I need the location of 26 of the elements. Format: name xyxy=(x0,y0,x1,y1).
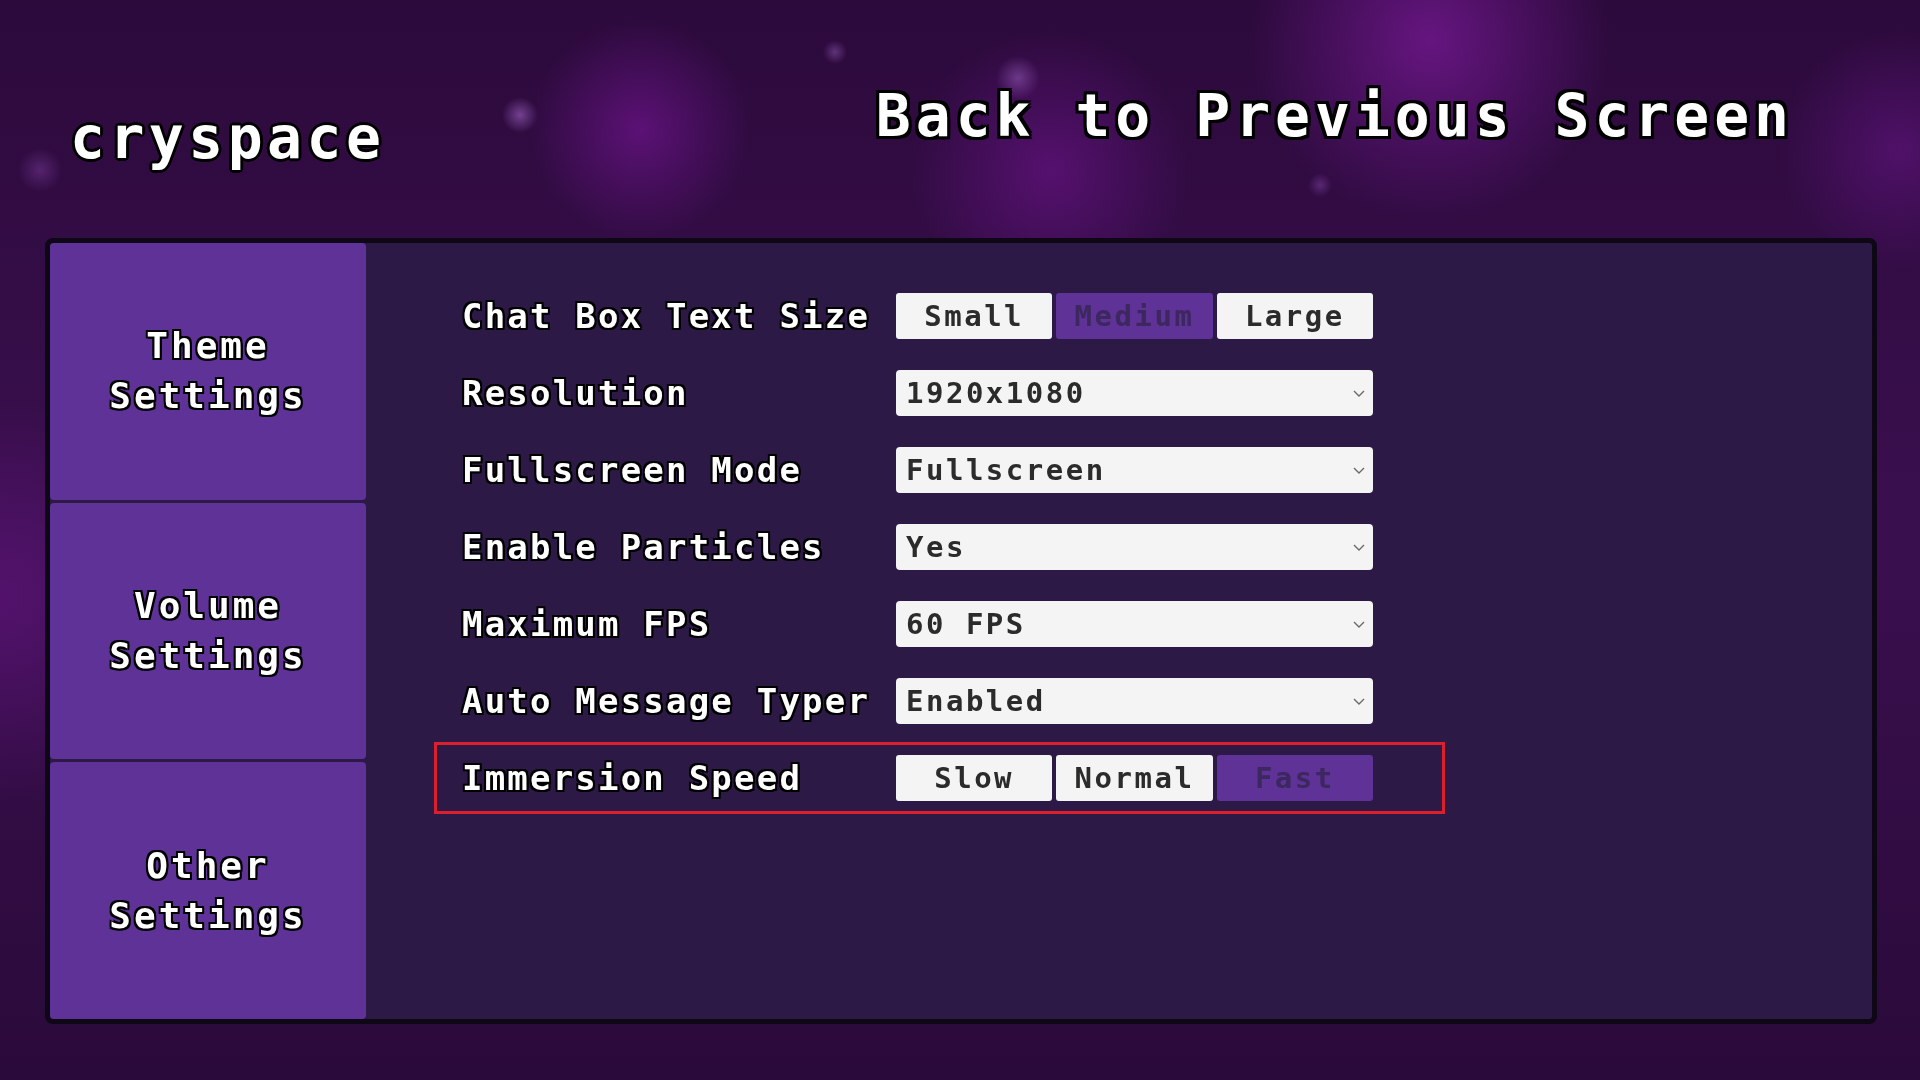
back-link[interactable]: Back to Previous Screen xyxy=(875,81,1794,151)
setting-label: Auto Message Typer xyxy=(462,680,872,723)
dropdown[interactable]: 1920x1080 xyxy=(896,370,1373,416)
setting-label: Fullscreen Mode xyxy=(462,449,804,492)
chevron-down-icon xyxy=(1353,543,1365,551)
option-button[interactable]: Slow xyxy=(896,755,1053,801)
setting-label: Enable Particles xyxy=(462,526,826,569)
setting-label: Chat Box Text Size xyxy=(462,295,872,338)
option-button[interactable]: Large xyxy=(1216,293,1373,339)
setting-label: Maximum FPS xyxy=(462,603,713,646)
option-button[interactable]: Small xyxy=(896,293,1053,339)
dropdown[interactable]: Fullscreen xyxy=(896,447,1373,493)
chevron-down-icon xyxy=(1353,697,1365,705)
sidebar-tab[interactable]: Volume Settings xyxy=(50,502,366,760)
app-title: cryspace xyxy=(70,103,386,173)
setting-label: Immersion Speed xyxy=(462,757,804,800)
chevron-down-icon xyxy=(1353,620,1365,628)
chevron-down-icon xyxy=(1353,389,1365,397)
dropdown[interactable]: 60 FPS xyxy=(896,601,1373,647)
dropdown[interactable]: Yes xyxy=(896,524,1373,570)
sidebar-tab[interactable]: Theme Settings xyxy=(50,243,366,500)
sidebar-tab[interactable]: Other Settings xyxy=(50,762,366,1019)
chevron-down-icon xyxy=(1353,466,1365,474)
option-button[interactable]: Normal xyxy=(1056,755,1213,801)
setting-label: Resolution xyxy=(462,372,690,415)
dropdown[interactable]: Enabled xyxy=(896,678,1373,724)
